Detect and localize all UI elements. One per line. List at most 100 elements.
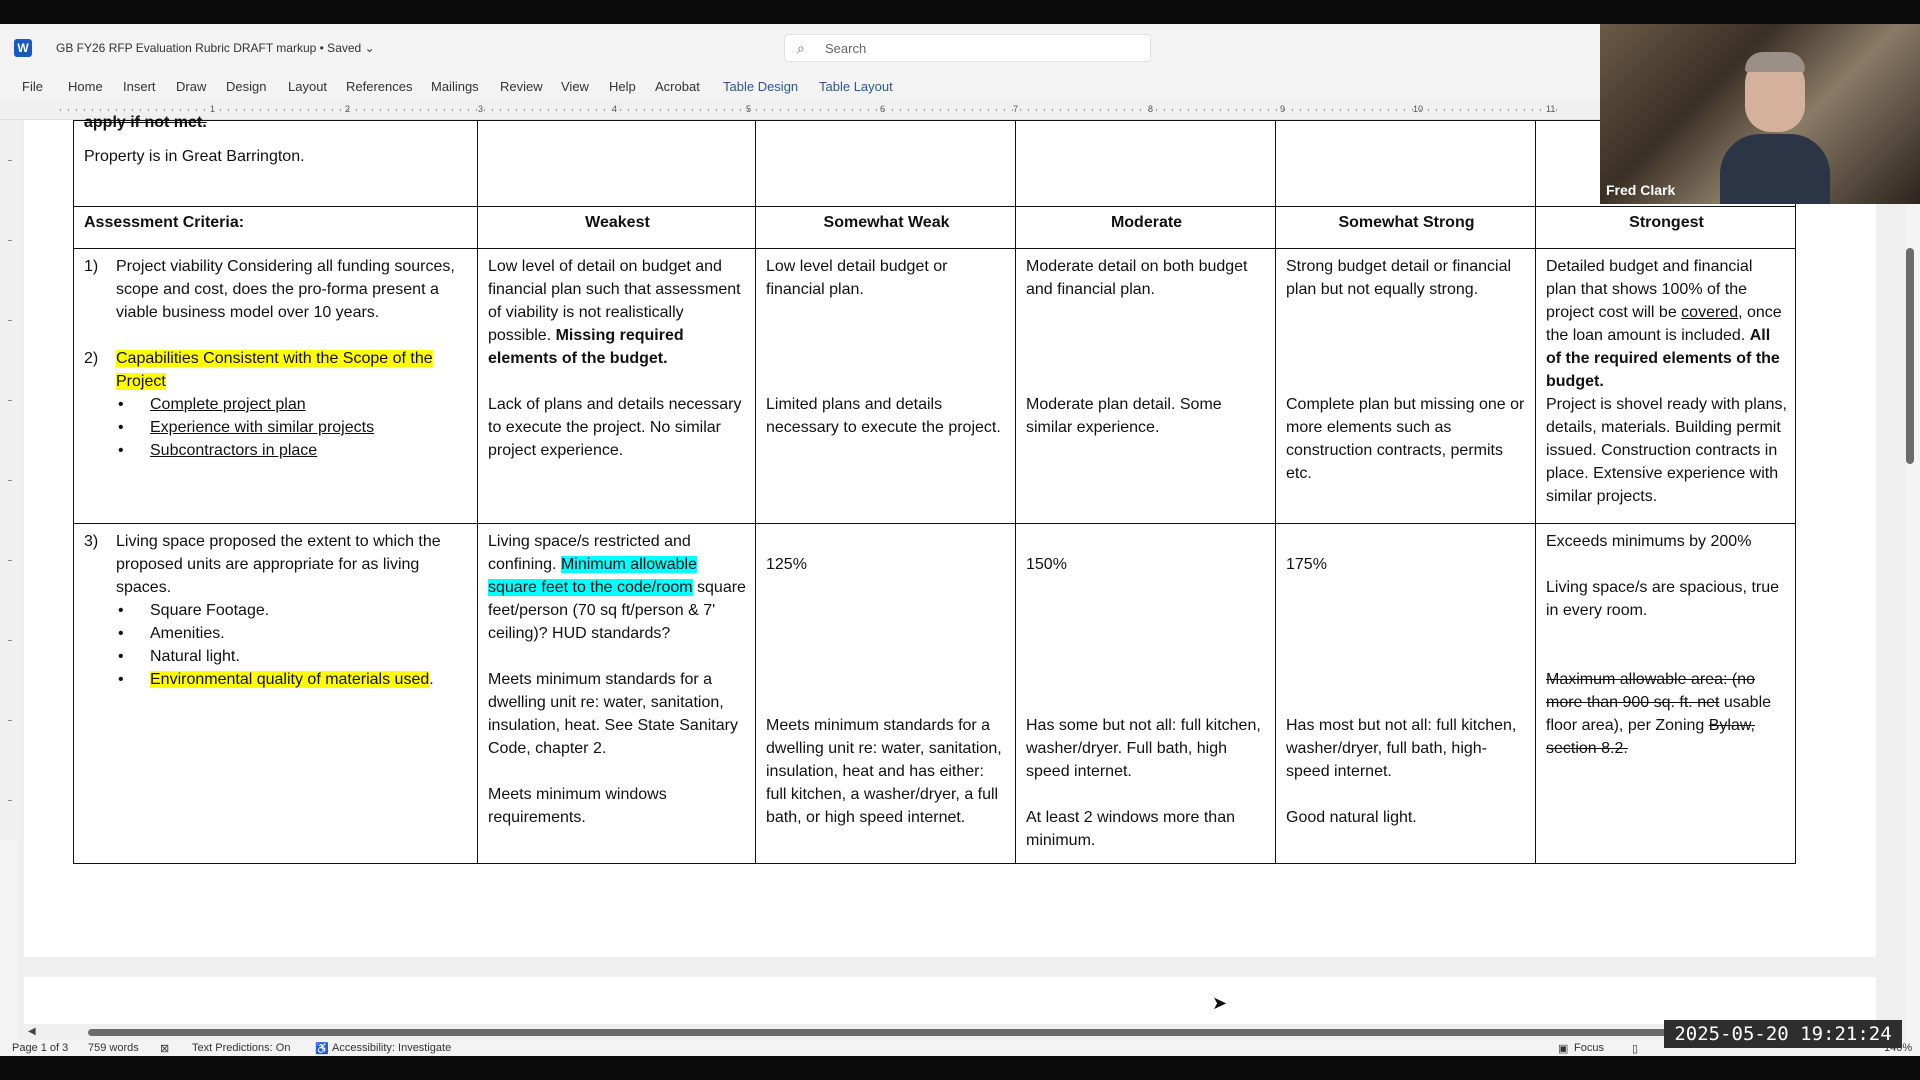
- header-strongest[interactable]: Strongest: [1535, 206, 1796, 249]
- tab-home[interactable]: Home: [68, 79, 103, 94]
- cell-paragraph: Lack of plans and details necessary to e…: [488, 396, 742, 459]
- cell-paragraph: Low level detail budget or financial pla…: [766, 258, 948, 298]
- tab-view[interactable]: View: [561, 79, 589, 94]
- search-box[interactable]: ⌕: [784, 34, 1151, 62]
- table-cell[interactable]: Low level detail budget or financial pla…: [755, 248, 1016, 524]
- table-cell[interactable]: Strong budget detail or financial plan b…: [1275, 248, 1536, 524]
- video-call-tile: Fred Clark: [1600, 24, 1920, 204]
- ruler-tick: [8, 560, 12, 561]
- scroll-left-icon[interactable]: ◀: [28, 1026, 36, 1037]
- table-cell[interactable]: [477, 120, 756, 207]
- document-page[interactable]: apply if not met. Property is in Great B…: [24, 114, 1876, 957]
- vertical-scrollbar[interactable]: [1904, 224, 1916, 1044]
- tab-design[interactable]: Design: [226, 79, 266, 94]
- header-somewhat-strong[interactable]: Somewhat Strong: [1275, 206, 1536, 249]
- ruler-tick: [8, 320, 12, 321]
- table-cell[interactable]: Detailed budget and financial plan that …: [1535, 248, 1796, 524]
- cell-paragraph: Moderate plan detail. Some similar exper…: [1026, 396, 1222, 436]
- table-cell[interactable]: Living space/s restricted and confining.…: [477, 523, 756, 864]
- search-icon: ⌕: [797, 40, 805, 56]
- highlighted-text: Environmental quality of materials used: [150, 671, 430, 688]
- cell-paragraph: Exceeds minimums by 200%: [1546, 533, 1752, 550]
- table-cell[interactable]: 125% Meets minimum standards for a dwell…: [755, 523, 1016, 864]
- table-cell[interactable]: [755, 120, 1016, 207]
- cell-paragraph: Maximum allowable area: (no more than 90…: [1546, 668, 1787, 760]
- criterion-number: 3): [84, 533, 99, 550]
- tab-layout[interactable]: Layout: [288, 79, 327, 94]
- criteria-cell[interactable]: 3) Living space proposed the extent to w…: [73, 523, 478, 864]
- rubric-table[interactable]: apply if not met. Property is in Great B…: [73, 114, 1796, 864]
- tab-table-layout[interactable]: Table Layout: [819, 79, 893, 94]
- tab-file[interactable]: File: [22, 79, 43, 94]
- ruler-number: 3: [478, 104, 484, 114]
- word-app-icon: W: [14, 39, 32, 57]
- focus-button[interactable]: Focus: [1574, 1042, 1604, 1054]
- read-mode-icon[interactable]: ▯: [1632, 1042, 1638, 1055]
- tab-acrobat[interactable]: Acrobat: [655, 79, 700, 94]
- participant-video: [1720, 44, 1830, 204]
- text-predictions[interactable]: Text Predictions: On: [192, 1042, 290, 1054]
- tab-review[interactable]: Review: [500, 79, 543, 94]
- cell-paragraph: Low level of detail on budget and financ…: [488, 255, 747, 370]
- tab-help[interactable]: Help: [609, 79, 636, 94]
- page-count[interactable]: Page 1 of 3: [12, 1042, 68, 1054]
- cell-paragraph: Moderate detail on both budget and finan…: [1026, 258, 1248, 298]
- table-cell[interactable]: [1015, 120, 1276, 207]
- ruler-tick: [8, 240, 12, 241]
- cell-paragraph: Has some but not all: full kitchen, wash…: [1026, 717, 1261, 780]
- focus-icon[interactable]: ▣: [1558, 1042, 1568, 1055]
- header-assessment-criteria[interactable]: Assessment Criteria:: [73, 206, 478, 249]
- header-moderate[interactable]: Moderate: [1015, 206, 1276, 249]
- ruler-tick: [8, 640, 12, 641]
- status-bar: Page 1 of 3 759 words ⊠ Text Predictions…: [0, 1040, 1920, 1056]
- ruler-number: 11: [1546, 104, 1556, 114]
- proofing-icon[interactable]: ⊠: [160, 1042, 169, 1055]
- criterion-bullets: Complete project plan Experience with si…: [116, 393, 469, 462]
- word-count[interactable]: 759 words: [88, 1042, 139, 1054]
- ruler-tick: [8, 800, 12, 801]
- cell-paragraph: Good natural light.: [1286, 809, 1417, 826]
- scrollbar-thumb[interactable]: [88, 1029, 1888, 1036]
- ruler-tick: [8, 400, 12, 401]
- list-item: Square Footage.: [116, 599, 469, 622]
- ruler-number: 9: [1280, 104, 1286, 114]
- accessibility-status[interactable]: Accessibility: Investigate: [332, 1042, 451, 1054]
- document-canvas[interactable]: apply if not met. Property is in Great B…: [18, 114, 1906, 1040]
- table-cell[interactable]: Exceeds minimums by 200% Living space/s …: [1535, 523, 1796, 864]
- document-title-text: GB FY26 RFP Evaluation Rubric DRAFT mark…: [56, 41, 362, 55]
- document-title[interactable]: GB FY26 RFP Evaluation Rubric DRAFT mark…: [56, 41, 375, 55]
- cell-paragraph: 125%: [766, 556, 807, 573]
- cell-paragraph: Living space/s restricted and confining.…: [488, 530, 747, 645]
- cell-paragraph: Detailed budget and financial plan that …: [1546, 255, 1787, 393]
- cell-paragraph: Limited plans and details necessary to e…: [766, 396, 1001, 436]
- accessibility-icon[interactable]: ♿: [315, 1042, 329, 1055]
- table-row: 1) Project viability Considering all fun…: [73, 248, 1796, 524]
- ruler-number: 8: [1148, 104, 1154, 114]
- tab-draw[interactable]: Draw: [176, 79, 206, 94]
- header-somewhat-weak[interactable]: Somewhat Weak: [755, 206, 1016, 249]
- table-cell[interactable]: [1275, 120, 1536, 207]
- chevron-down-icon[interactable]: ⌄: [365, 41, 375, 55]
- search-input[interactable]: [825, 39, 1125, 57]
- table-cell[interactable]: apply if not met. Property is in Great B…: [73, 114, 478, 207]
- table-row-intro: apply if not met. Property is in Great B…: [73, 114, 1796, 207]
- tab-insert[interactable]: Insert: [123, 79, 156, 94]
- table-cell[interactable]: 175% Has most but not all: full kitchen,…: [1275, 523, 1536, 864]
- tab-mailings[interactable]: Mailings: [431, 79, 479, 94]
- horizontal-scrollbar[interactable]: ◀: [18, 1024, 1906, 1040]
- table-cell[interactable]: Low level of detail on budget and financ…: [477, 248, 756, 524]
- ruler-tick: [8, 160, 12, 161]
- list-item: Experience with similar projects: [116, 416, 469, 439]
- header-weakest[interactable]: Weakest: [477, 206, 756, 249]
- scrollbar-thumb[interactable]: [1906, 248, 1914, 464]
- table-cell[interactable]: Moderate detail on both budget and finan…: [1015, 248, 1276, 524]
- criteria-cell[interactable]: 1) Project viability Considering all fun…: [73, 248, 478, 524]
- vertical-ruler[interactable]: [0, 120, 18, 840]
- table-cell[interactable]: 150% Has some but not all: full kitchen,…: [1015, 523, 1276, 864]
- screen-top-border: [0, 0, 1920, 24]
- participant-body: [1720, 134, 1830, 204]
- criterion-1: 1) Project viability Considering all fun…: [84, 255, 469, 324]
- cell-paragraph: Living space/s are spacious, true in eve…: [1546, 579, 1780, 619]
- tab-table-design[interactable]: Table Design: [723, 79, 798, 94]
- tab-references[interactable]: References: [346, 79, 412, 94]
